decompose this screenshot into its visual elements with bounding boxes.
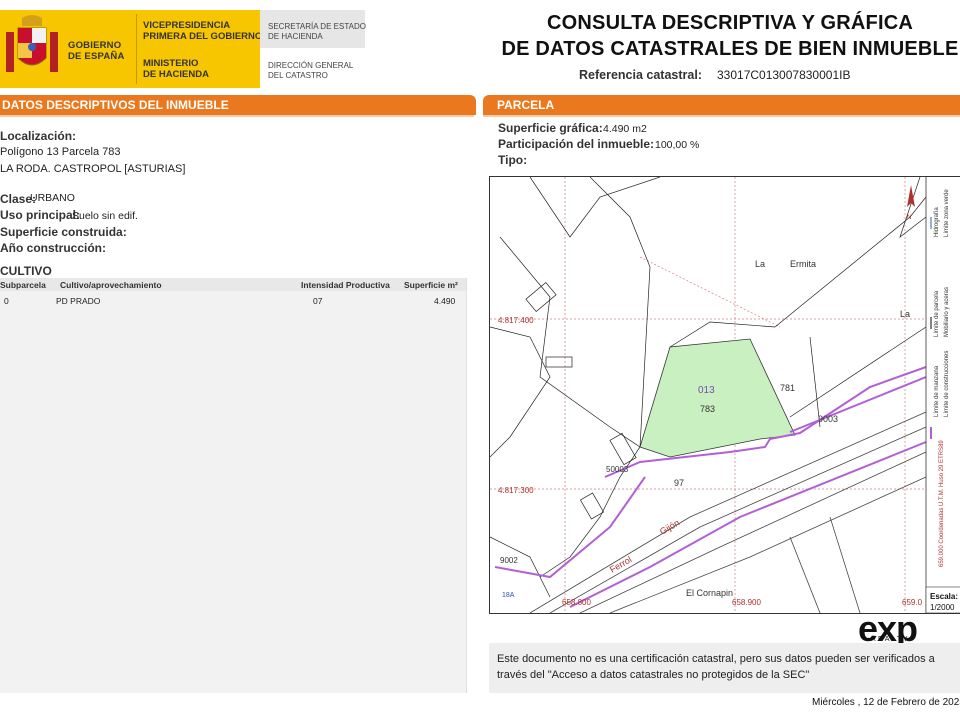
map-canvas: Límite de parcela Mobiliario y aceras Hi… <box>490 177 960 613</box>
uso-label: Uso principal: <box>0 208 81 222</box>
coord-label-658900: 658.900 <box>732 598 761 607</box>
parcel-label-781: 781 <box>780 383 795 393</box>
parcel-label-9002: 9002 <box>500 556 518 565</box>
section-underline <box>0 115 474 117</box>
direccion-general-text: DIRECCIÓN GENERAL DEL CATASTRO <box>268 61 354 80</box>
legend-limite-parcela: Límite de parcela <box>934 290 940 337</box>
table-cell-cultivo: PD PRADO <box>56 296 101 306</box>
parcel-label-013: 013 <box>698 385 715 396</box>
participacion-value: 100,00 % <box>655 139 700 151</box>
ref-catastral-label: Referencia catastral: <box>579 68 702 82</box>
section-header-parcela: PARCELA <box>483 95 960 115</box>
coat-of-arms-icon <box>6 15 58 72</box>
road-label-gijon: Gijón <box>658 518 681 537</box>
north-arrow-icon: N <box>907 185 915 221</box>
place-label-ermita: Ermita <box>790 259 816 269</box>
scale-value: 1/2000 <box>930 603 955 612</box>
legend-mobiliario: Mobiliario y aceras <box>944 287 950 337</box>
localizacion-label: Localización: <box>0 129 77 143</box>
clase-value: URBANO <box>30 192 75 204</box>
sup-grafica-label: Superficie gráfica: <box>498 121 603 135</box>
participacion-label: Participación del inmueble: <box>498 137 655 151</box>
parcel-label-18a: 18A <box>502 592 515 599</box>
table-cell-intensidad: 07 <box>313 296 323 306</box>
col-header-superficie: Superficie m² <box>404 280 458 290</box>
disclaimer-text: Este documento no es una certificación c… <box>497 653 935 681</box>
exp-realty-sub: REALTY <box>871 636 910 643</box>
gobierno-text: GOBIERNO DE ESPAÑA <box>68 40 125 62</box>
superficie-construida-label: Superficie construida: <box>0 225 127 239</box>
table-cell-superficie: 4.490 <box>434 296 456 306</box>
crs-label: 659.000 Coordenadas U.T.M. Huso 29 ETRS8… <box>939 440 945 567</box>
sup-grafica-value: 4.490 m2 <box>603 123 647 135</box>
coord-label-659000: 659.0 <box>902 598 923 607</box>
localizacion-line1: Polígono 13 Parcela 783 <box>0 146 121 158</box>
legend-limite-construcciones: Límite de construcciones <box>944 351 950 417</box>
place-label-la-2: La <box>900 309 910 319</box>
road-label-ferrol: Ferrol <box>608 554 633 574</box>
secretaria-text: SECRETARÍA DE ESTADO DE HACIENDA <box>268 22 366 41</box>
legend-limite-manzana: Límite de manzana <box>934 365 940 417</box>
col-header-subparcela: Subparcela <box>0 280 46 290</box>
scale-label: Escala: <box>930 592 958 601</box>
page-title: CONSULTA DESCRIPTIVA Y GRÁFICA DE DATOS … <box>501 12 959 60</box>
coord-label-658800: 658.800 <box>562 598 591 607</box>
ministerio-text: MINISTERIO DE HACIENDA <box>143 58 209 80</box>
map-legend: Límite de parcela Mobiliario y aceras Hi… <box>925 177 960 613</box>
coord-label-4817300: 4.817.300 <box>498 486 534 495</box>
section-header-datos: DATOS DESCRIPTIVOS DEL INMUEBLE <box>0 95 476 115</box>
coord-label-4817400: 4.817.400 <box>498 316 534 325</box>
uso-value: Suelo sin edif. <box>72 210 138 222</box>
legend-zona-verde: Límite zona verde <box>944 189 950 237</box>
legend-hidrografia: Hidrografía <box>934 207 940 237</box>
vicepresidencia-text: VICEPRESIDENCIA PRIMERA DEL GOBIERNO <box>143 20 263 42</box>
anio-construccion-label: Año construcción: <box>0 241 107 255</box>
parcel-label-97: 97 <box>674 478 684 488</box>
parcel-label-9003: 9003 <box>818 414 838 424</box>
localizacion-line2: LA RODA. CASTROPOL [ASTURIAS] <box>0 163 186 175</box>
table-cell-subparcela: 0 <box>4 296 9 306</box>
svg-text:N: N <box>907 215 911 221</box>
cadastral-map[interactable]: Límite de parcela Mobiliario y aceras Hi… <box>489 176 960 614</box>
divider <box>136 14 137 84</box>
section-underline <box>483 115 960 117</box>
document-date: Miércoles , 12 de Febrero de 2025 <box>812 697 960 708</box>
parcel-label-783: 783 <box>700 404 715 414</box>
parcel-label-50003: 50003 <box>606 465 629 474</box>
place-label-la: La <box>755 259 765 269</box>
ref-catastral-value: 33017C013007830001IB <box>717 68 851 82</box>
place-label-el-cornapin: El Cornapin <box>686 588 733 598</box>
col-header-intensidad: Intensidad Productiva <box>301 280 390 290</box>
tipo-label: Tipo: <box>498 153 528 167</box>
cultivo-title: CULTIVO <box>0 264 52 278</box>
col-header-cultivo: Cultivo/aprovechamiento <box>60 280 162 290</box>
cultivo-table <box>0 278 467 693</box>
